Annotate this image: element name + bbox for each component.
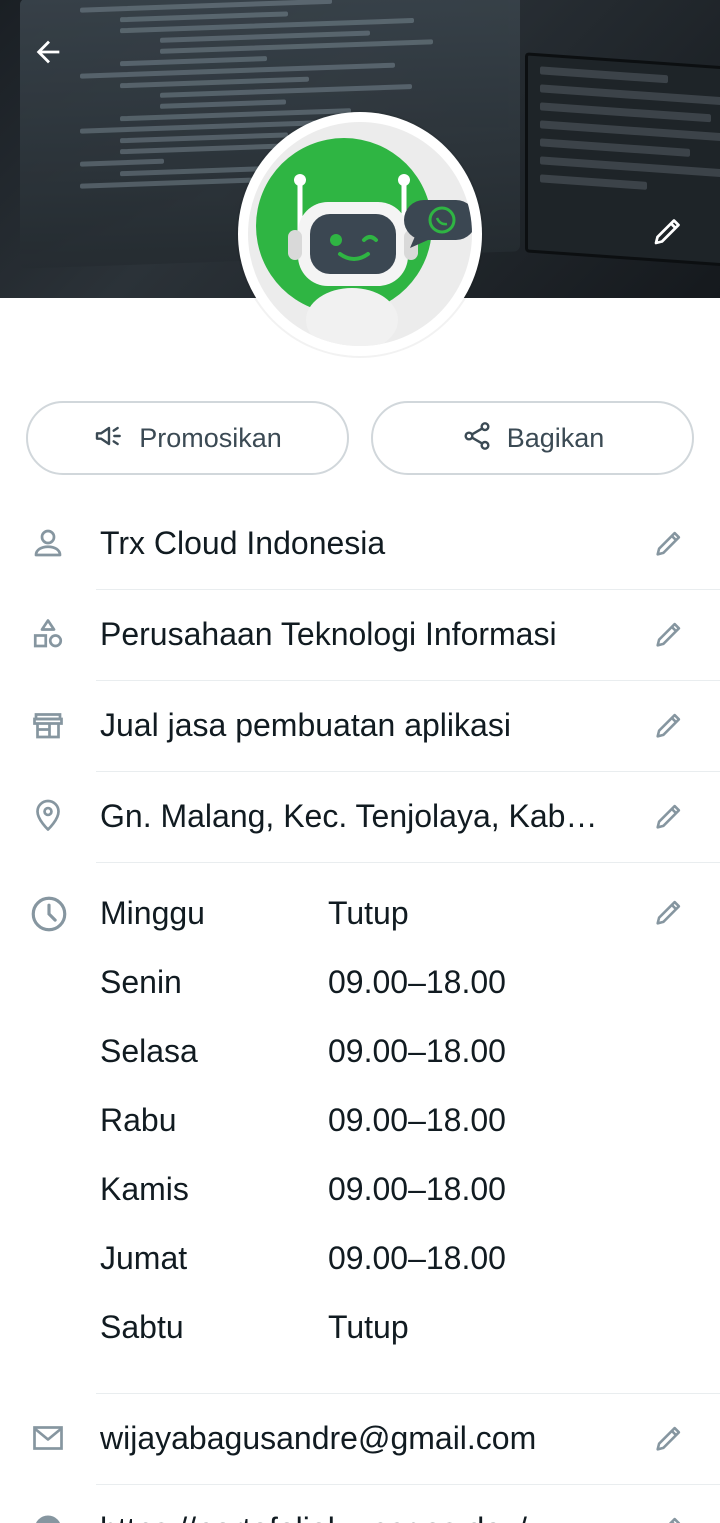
edit-hours-button[interactable] <box>646 889 692 935</box>
hours-day: Selasa <box>100 1033 198 1069</box>
divider <box>96 862 720 863</box>
edit-address-button[interactable] <box>646 793 692 839</box>
website-row[interactable]: https://portofolioku.pages.dev/ <box>0 1484 720 1523</box>
hours-day: Senin <box>100 964 182 1000</box>
robot-logo-icon <box>256 138 472 346</box>
business-address: Gn. Malang, Kec. Tenjolaya, Kab… <box>100 798 598 834</box>
pencil-icon <box>656 622 681 647</box>
profile-avatar[interactable] <box>238 112 482 356</box>
globe-icon <box>28 1509 68 1523</box>
email-row[interactable]: wijayabagusandre@gmail.com <box>0 1393 720 1484</box>
business-name: Trx Cloud Indonesia <box>100 525 386 561</box>
business-hours-section[interactable]: Minggu Tutup Senin 09.00–18.00 Selasa 09… <box>0 867 720 1352</box>
share-icon <box>461 420 493 457</box>
hours-time: 09.00–18.00 <box>328 1102 506 1138</box>
back-button[interactable] <box>24 30 72 78</box>
edit-name-button[interactable] <box>646 520 692 566</box>
edit-website-button[interactable] <box>646 1506 692 1523</box>
pencil-icon <box>668 1517 681 1523</box>
person-icon <box>28 523 68 563</box>
hours-time: 09.00–18.00 <box>328 1033 506 1069</box>
business-website: https://portofolioku.pages.dev/ <box>100 1484 625 1523</box>
business-email: wijayabagusandre@gmail.com <box>100 1420 537 1456</box>
hours-day: Kamis <box>100 1171 189 1207</box>
business-name-row[interactable]: Trx Cloud Indonesia <box>0 498 720 589</box>
megaphone-icon <box>93 420 125 457</box>
location-pin-icon <box>28 796 68 836</box>
edit-description-button[interactable] <box>646 702 692 748</box>
hours-time: 09.00–18.00 <box>328 964 506 1000</box>
avatar-image <box>248 122 472 346</box>
business-description: Jual jasa pembuatan aplikasi <box>100 707 511 743</box>
pencil-icon <box>656 900 681 925</box>
pencil-icon <box>650 213 686 254</box>
hours-time: Tutup <box>328 1309 409 1345</box>
pencil-icon <box>656 713 681 738</box>
edit-email-button[interactable] <box>646 1415 692 1461</box>
share-button[interactable]: Bagikan <box>371 401 694 475</box>
edit-category-button[interactable] <box>646 611 692 657</box>
hours-day: Minggu <box>100 895 205 931</box>
mail-icon <box>28 1418 68 1458</box>
shapes-icon <box>28 614 68 654</box>
address-row[interactable]: Gn. Malang, Kec. Tenjolaya, Kab… <box>0 771 720 862</box>
promote-button[interactable]: Promosikan <box>26 401 349 475</box>
pencil-icon <box>656 531 681 556</box>
hours-day: Rabu <box>100 1102 177 1138</box>
hours-time: Tutup <box>328 895 409 931</box>
hours-time: 09.00–18.00 <box>328 1171 506 1207</box>
hours-time: 09.00–18.00 <box>328 1240 506 1276</box>
arrow-left-icon <box>31 35 65 74</box>
hours-day: Sabtu <box>100 1309 184 1345</box>
store-icon <box>28 705 68 745</box>
description-row[interactable]: Jual jasa pembuatan aplikasi <box>0 680 720 771</box>
edit-cover-button[interactable] <box>640 205 696 261</box>
hours-day: Jumat <box>100 1240 188 1276</box>
clock-icon <box>28 893 70 935</box>
category-row[interactable]: Perusahaan Teknologi Informasi <box>0 589 720 680</box>
share-label: Bagikan <box>506 422 605 453</box>
pencil-icon <box>656 1426 681 1451</box>
promote-label: Promosikan <box>139 422 282 453</box>
business-category: Perusahaan Teknologi Informasi <box>100 616 557 652</box>
pencil-icon <box>656 804 681 829</box>
